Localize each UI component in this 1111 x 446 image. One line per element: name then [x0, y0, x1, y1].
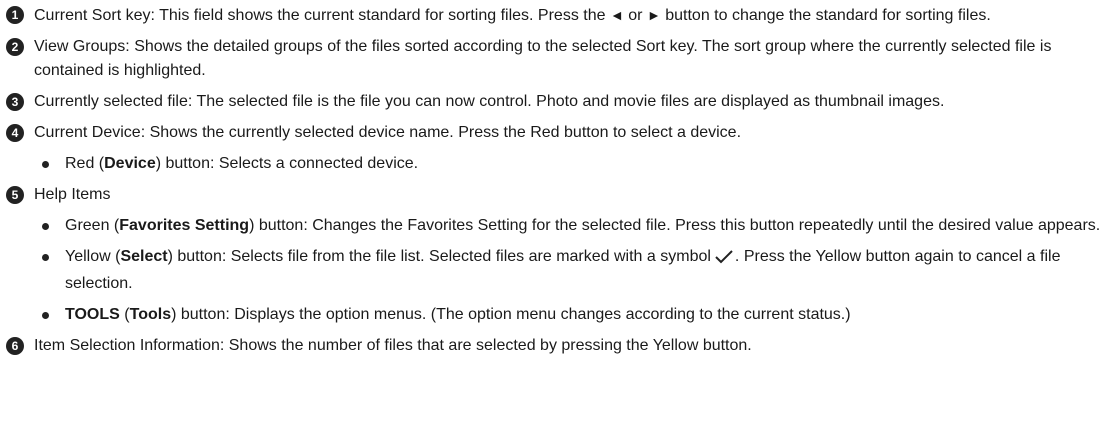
button-name: TOOLS: [65, 306, 120, 323]
number-badge: 6: [6, 337, 24, 355]
list-item: 5 Help Items: [6, 183, 1111, 207]
bullet-item: Red (Device) button: Selects a connected…: [6, 152, 1111, 176]
check-icon: [715, 248, 733, 272]
item-text: button to change the standard for sortin…: [660, 7, 991, 24]
list-item: 3 Currently selected file: The selected …: [6, 90, 1111, 114]
bullet-item: Green (Favorites Setting) button: Change…: [6, 214, 1111, 238]
document: 1 Current Sort key: This field shows the…: [0, 0, 1111, 358]
item-text: Current Sort key: This field shows the c…: [34, 7, 610, 24]
bullet-dot: [42, 312, 49, 319]
left-arrow-icon: ◄: [609, 7, 624, 23]
right-arrow-icon: ►: [646, 7, 661, 23]
list-item: 2 View Groups: Shows the detailed groups…: [6, 35, 1111, 83]
bullet-item: TOOLS (Tools) button: Displays the optio…: [6, 303, 1111, 327]
bullet-dot: [42, 254, 49, 261]
item-text: Current Device: Shows the currently sele…: [34, 124, 742, 141]
bullet-dot: [42, 161, 49, 168]
list-item: 6 Item Selection Information: Shows the …: [6, 334, 1111, 358]
button-name: Tools: [129, 306, 172, 323]
list-item: 1 Current Sort key: This field shows the…: [6, 3, 1111, 28]
item-text: Help Items: [34, 186, 111, 203]
list-item: 4 Current Device: Shows the currently se…: [6, 121, 1111, 145]
button-name: Device: [104, 155, 156, 172]
number-badge: 5: [6, 186, 24, 204]
number-badge: 4: [6, 124, 24, 142]
button-name: Favorites Setting: [119, 217, 250, 234]
bullet-dot: [42, 223, 49, 230]
button-name: Select: [120, 248, 168, 265]
number-badge: 3: [6, 93, 24, 111]
item-text: or: [623, 7, 647, 24]
item-text: View Groups: Shows the detailed groups o…: [34, 38, 1052, 79]
number-badge: 1: [6, 6, 24, 24]
number-badge: 2: [6, 38, 24, 56]
item-text: Item Selection Information: Shows the nu…: [34, 337, 752, 354]
item-text: Currently selected file: The selected fi…: [34, 93, 945, 110]
bullet-item: Yellow (Select) button: Selects file fro…: [6, 245, 1111, 296]
